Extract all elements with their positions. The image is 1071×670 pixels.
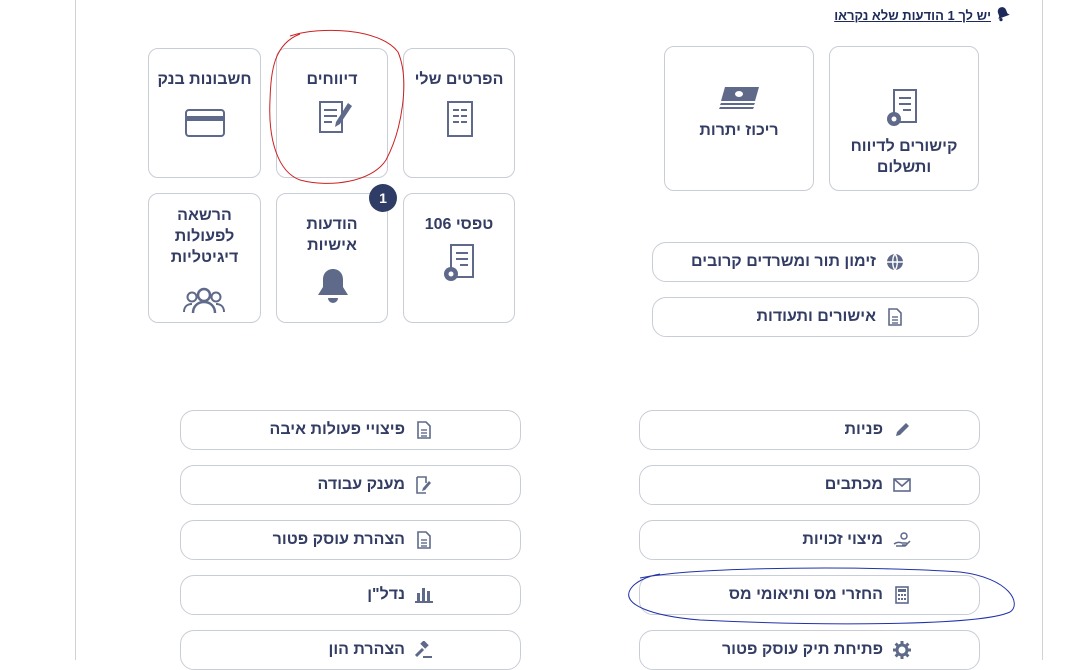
tile-payment-links[interactable]: קישורים לדיווח ותשלום (829, 46, 979, 191)
link-label: החזרי מס ותיאומי מס (728, 586, 883, 603)
edit-document-icon (413, 476, 435, 494)
link-label: הצהרת הון (328, 641, 405, 658)
tile-my-details[interactable]: הפרטים שלי (403, 48, 515, 178)
gavel-icon (413, 641, 435, 659)
tile-label: ריכוז יתרות (699, 122, 779, 139)
terror-compensation-link[interactable]: פיצויי פעולות איבה (180, 410, 521, 450)
capital-declaration-link[interactable]: הצהרת הון (180, 630, 521, 670)
tile-label: דיווחים (306, 71, 358, 88)
document-icon (884, 308, 906, 326)
open-exempt-file-link[interactable]: פתיחת תיק עוסק פטור (639, 630, 980, 670)
document-gear-icon (442, 244, 474, 289)
link-label: מיצוי זכויות (802, 531, 883, 548)
calculator-icon (891, 586, 913, 604)
users-icon (183, 286, 225, 319)
rights-realization-link[interactable]: מיצוי זכויות (639, 520, 980, 560)
money-stack-icon (719, 85, 761, 114)
real-estate-link[interactable]: נדל"ן (180, 575, 521, 615)
tile-label: חשבונות בנק (157, 71, 252, 88)
tile-digital-permission[interactable]: הרשאה לפעולות דיגיטליות (148, 193, 261, 323)
pencil-icon (891, 422, 913, 438)
letters-link[interactable]: מכתבים (639, 465, 980, 505)
bar-chart-icon (413, 587, 435, 603)
document-gear-icon (885, 89, 917, 134)
tax-refunds-link[interactable]: החזרי מס ותיאומי מס (639, 575, 980, 615)
link-label: הצהרת עוסק פטור (272, 531, 405, 548)
tile-bank-accounts[interactable]: חשבונות בנק (148, 48, 261, 178)
certificates-link[interactable]: אישורים ותעודות (652, 297, 979, 337)
globe-icon (884, 253, 906, 271)
tile-label: הודעות אישיות (306, 216, 358, 254)
tile-label: הרשאה לפעולות דיגיטליות (170, 207, 239, 266)
tile-balances[interactable]: ריכוז יתרות (664, 46, 814, 191)
appointments-link[interactable]: זימון תור ומשרדים קרובים (652, 242, 979, 282)
tile-forms-106[interactable]: טפסי 106 (403, 193, 515, 323)
notification-banner[interactable]: יש לך 1 הודעות שלא נקראו (834, 6, 1011, 25)
envelope-icon (891, 478, 913, 492)
hand-coin-icon (891, 532, 913, 548)
document-icon (413, 531, 435, 549)
link-label: פיצויי פעולות איבה (269, 421, 405, 438)
tile-personal-messages[interactable]: הודעות אישיות (276, 193, 388, 323)
link-label: פתיחת תיק עוסק פטור (721, 641, 883, 658)
tile-label: קישורים לדיווח ותשלום (850, 138, 958, 176)
link-label: נדל"ן (367, 586, 405, 603)
tile-reports[interactable]: דיווחים (276, 48, 388, 178)
bell-icon (316, 268, 350, 309)
report-edit-icon (317, 99, 353, 142)
link-label: אישורים ותעודות (756, 308, 876, 325)
document-icon (447, 101, 473, 142)
tile-label: הפרטים שלי (414, 71, 504, 88)
unread-count-badge: 1 (369, 184, 397, 212)
gear-icon (891, 641, 913, 659)
inquiries-link[interactable]: פניות (639, 410, 980, 450)
tile-label: טפסי 106 (424, 216, 494, 233)
link-label: מכתבים (824, 476, 883, 493)
link-label: פניות (844, 421, 883, 438)
document-icon (413, 421, 435, 439)
exempt-dealer-declaration-link[interactable]: הצהרת עוסק פטור (180, 520, 521, 560)
link-label: זימון תור ומשרדים קרובים (690, 253, 876, 270)
work-grant-link[interactable]: מענק עבודה (180, 465, 521, 505)
credit-card-icon (185, 109, 225, 142)
bell-icon (995, 6, 1011, 25)
unread-messages-link[interactable]: יש לך 1 הודעות שלא נקראו (834, 8, 991, 23)
link-label: מענק עבודה (317, 476, 405, 493)
